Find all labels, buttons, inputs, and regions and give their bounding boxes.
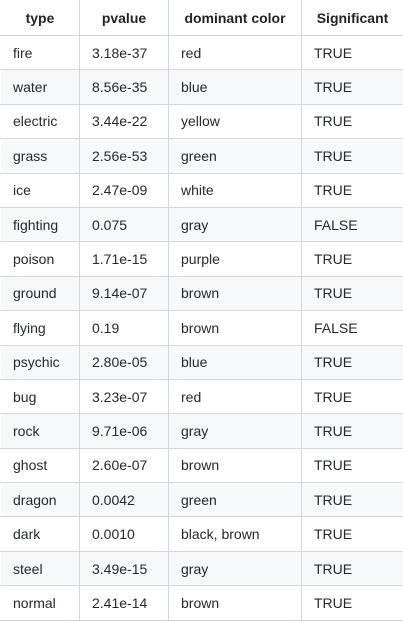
cell-significant: TRUE [301, 34, 403, 71]
table-row: poison 1.71e-15 purple TRUE [0, 241, 403, 277]
table-row: grass 2.56e-53 green TRUE [0, 138, 403, 174]
cell-dominant-color: brown [168, 585, 302, 621]
cell-significant: TRUE [301, 447, 403, 484]
table-row: ice 2.47e-09 white TRUE [0, 172, 403, 208]
cell-pvalue: 2.41e-14 [79, 585, 169, 621]
cell-type: dark [0, 516, 80, 552]
cell-pvalue: 2.56e-53 [79, 138, 169, 174]
header-row: type pvalue dominant color Significant [0, 0, 403, 36]
cell-dominant-color: brown [168, 310, 302, 346]
table-row: ghost 2.60e-07 brown TRUE [0, 447, 403, 484]
table-row: ground 9.14e-07 brown TRUE [0, 275, 403, 312]
table-row: fire 3.18e-37 red TRUE [0, 34, 403, 71]
column-header-pvalue: pvalue [79, 0, 169, 36]
cell-dominant-color: brown [168, 275, 302, 312]
cell-type: dragon [0, 482, 80, 518]
cell-pvalue: 0.0010 [79, 516, 169, 552]
table-row: dragon 0.0042 green TRUE [0, 482, 403, 518]
table-header: type pvalue dominant color Significant [0, 0, 403, 36]
cell-type: fire [0, 34, 80, 71]
table-row: steel 3.49e-15 gray TRUE [0, 550, 403, 587]
cell-significant: TRUE [301, 482, 403, 518]
cell-pvalue: 9.14e-07 [79, 275, 169, 312]
cell-pvalue: 0.075 [79, 206, 169, 243]
cell-dominant-color: blue [168, 344, 302, 380]
cell-pvalue: 2.80e-05 [79, 344, 169, 380]
cell-pvalue: 2.47e-09 [79, 172, 169, 208]
cell-type: poison [0, 241, 80, 277]
cell-significant: TRUE [301, 413, 403, 449]
cell-type: ground [0, 275, 80, 312]
cell-significant: TRUE [301, 241, 403, 277]
cell-pvalue: 0.19 [79, 310, 169, 346]
cell-type: flying [0, 310, 80, 346]
cell-type: rock [0, 413, 80, 449]
column-header-significant: Significant [301, 0, 403, 36]
cell-pvalue: 2.60e-07 [79, 447, 169, 484]
table-row: water 8.56e-35 blue TRUE [0, 69, 403, 105]
column-header-type: type [0, 0, 80, 36]
cell-dominant-color: green [168, 482, 302, 518]
cell-significant: FALSE [301, 310, 403, 346]
cell-pvalue: 3.18e-37 [79, 34, 169, 71]
cell-type: ice [0, 172, 80, 208]
cell-pvalue: 3.23e-07 [79, 378, 169, 415]
cell-dominant-color: red [168, 378, 302, 415]
table-row: fighting 0.075 gray FALSE [0, 206, 403, 243]
cell-pvalue: 1.71e-15 [79, 241, 169, 277]
table-row: dark 0.0010 black, brown TRUE [0, 516, 403, 552]
cell-type: steel [0, 550, 80, 587]
cell-significant: TRUE [301, 103, 403, 140]
cell-significant: TRUE [301, 344, 403, 380]
table-row: electric 3.44e-22 yellow TRUE [0, 103, 403, 140]
cell-dominant-color: blue [168, 69, 302, 105]
cell-dominant-color: brown [168, 447, 302, 484]
cell-significant: TRUE [301, 275, 403, 312]
cell-pvalue: 9.71e-06 [79, 413, 169, 449]
cell-type: grass [0, 138, 80, 174]
cell-dominant-color: green [168, 138, 302, 174]
table-row: psychic 2.80e-05 blue TRUE [0, 344, 403, 380]
cell-type: bug [0, 378, 80, 415]
cell-significant: FALSE [301, 206, 403, 243]
cell-significant: TRUE [301, 172, 403, 208]
table-row: bug 3.23e-07 red TRUE [0, 378, 403, 415]
cell-type: psychic [0, 344, 80, 380]
cell-dominant-color: gray [168, 550, 302, 587]
cell-pvalue: 3.44e-22 [79, 103, 169, 140]
cell-dominant-color: black, brown [168, 516, 302, 552]
cell-type: ghost [0, 447, 80, 484]
table-row: normal 2.41e-14 brown TRUE [0, 585, 403, 621]
cell-pvalue: 0.0042 [79, 482, 169, 518]
cell-dominant-color: white [168, 172, 302, 208]
cell-pvalue: 3.49e-15 [79, 550, 169, 587]
cell-dominant-color: red [168, 34, 302, 71]
cell-significant: TRUE [301, 516, 403, 552]
cell-dominant-color: purple [168, 241, 302, 277]
cell-significant: TRUE [301, 378, 403, 415]
cell-significant: TRUE [301, 69, 403, 105]
cell-dominant-color: gray [168, 206, 302, 243]
cell-significant: TRUE [301, 138, 403, 174]
table-row: flying 0.19 brown FALSE [0, 310, 403, 346]
table-body: fire 3.18e-37 red TRUE water 8.56e-35 blue TRUE… [0, 34, 403, 621]
cell-type: fighting [0, 206, 80, 243]
cell-pvalue: 8.56e-35 [79, 69, 169, 105]
cell-significant: TRUE [301, 550, 403, 587]
results-table-container: type pvalue dominant color Significant f… [0, 0, 403, 621]
cell-dominant-color: gray [168, 413, 302, 449]
cell-significant: TRUE [301, 585, 403, 621]
results-table: type pvalue dominant color Significant f… [0, 0, 403, 621]
cell-type: normal [0, 585, 80, 621]
cell-type: water [0, 69, 80, 105]
column-header-dominant-color: dominant color [168, 0, 302, 36]
cell-dominant-color: yellow [168, 103, 302, 140]
table-row: rock 9.71e-06 gray TRUE [0, 413, 403, 449]
cell-type: electric [0, 103, 80, 140]
